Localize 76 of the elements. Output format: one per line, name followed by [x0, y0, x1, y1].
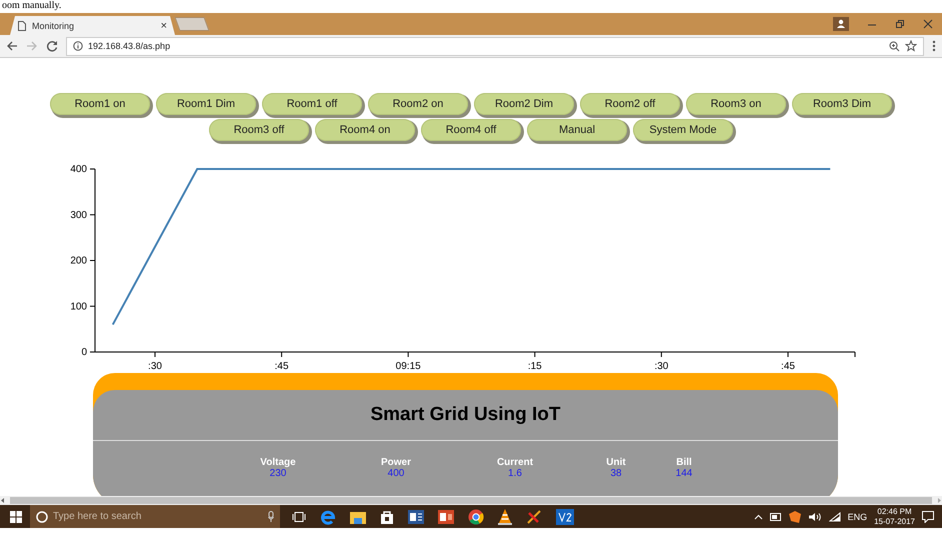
chevron-up-icon[interactable]	[754, 514, 763, 520]
y-tick-label: 100	[70, 301, 87, 312]
cross-mark-icon[interactable]	[526, 510, 542, 524]
metric-value: 230	[270, 468, 286, 479]
restore-icon[interactable]	[895, 19, 905, 29]
x-tick-label: :30	[654, 361, 668, 372]
clock-date: 15-07-2017	[874, 517, 915, 527]
browser-tab[interactable]: Monitoring ×	[10, 16, 175, 35]
speaker-icon[interactable]	[808, 512, 822, 522]
reload-icon[interactable]	[46, 40, 58, 52]
metric-label: Current	[496, 457, 534, 468]
y-tick-label: 200	[70, 256, 87, 266]
zoom-icon[interactable]	[889, 40, 900, 52]
control-button[interactable]: Room1 off	[262, 93, 362, 115]
clock-time: 02:46 PM	[877, 507, 912, 517]
clock[interactable]: 02:46 PM 15-07-2017	[874, 505, 915, 528]
metric-label: Unit	[606, 457, 626, 468]
control-button[interactable]: Room2 Dim	[474, 93, 574, 115]
control-button[interactable]: System Mode	[633, 119, 733, 141]
task-view-icon[interactable]	[292, 510, 306, 522]
folder-icon[interactable]	[350, 510, 366, 524]
profile-icon[interactable]	[833, 17, 849, 31]
windows-logo-icon[interactable]	[10, 510, 22, 522]
back-arrow-icon[interactable]	[6, 40, 18, 52]
control-button[interactable]: Room2 off	[580, 93, 680, 115]
control-button[interactable]: Room1 Dim	[156, 93, 256, 115]
shield-icon[interactable]	[788, 510, 801, 522]
tab-title: Monitoring	[32, 20, 76, 30]
tab-close-button[interactable]: ×	[160, 20, 167, 32]
x-tick-label: :30	[148, 361, 162, 372]
x-tick-label: :45	[781, 361, 795, 372]
scroll-left-icon[interactable]	[0, 497, 6, 504]
control-button[interactable]: Room4 on	[315, 119, 415, 141]
app-logo-icon[interactable]	[556, 508, 574, 524]
x-tick-label: :15	[528, 361, 542, 372]
shopping-bag-icon[interactable]	[380, 510, 394, 524]
star-icon[interactable]	[905, 40, 917, 52]
metric-value: 38	[610, 468, 622, 479]
metric-value: 144	[676, 468, 692, 479]
taskbar-search-field[interactable]: Type here to search	[30, 505, 280, 528]
metric-label: Voltage	[260, 457, 296, 468]
browser-e-icon[interactable]	[320, 508, 336, 524]
y-tick-label: 300	[70, 210, 87, 221]
chrome-browser-icon[interactable]	[468, 508, 484, 524]
control-button[interactable]: Room4 off	[421, 119, 521, 141]
y-tick-label: 0	[81, 347, 87, 358]
metric-value: 1.6	[508, 468, 522, 479]
panel-title: Smart Grid Using IoT	[370, 404, 561, 426]
language-indicator[interactable]: ENG	[848, 512, 868, 522]
metric-value: 400	[388, 468, 404, 479]
wifi-icon[interactable]	[828, 512, 841, 522]
control-button[interactable]: Room3 off	[209, 119, 309, 141]
traffic-cone-icon[interactable]	[498, 508, 512, 524]
control-button[interactable]: Room3 on	[686, 93, 786, 115]
page-icon	[18, 20, 26, 30]
document-text: oom manually.	[2, 0, 62, 12]
control-button[interactable]: Room3 Dim	[792, 93, 892, 115]
x-tick-label: 09:15	[396, 361, 421, 372]
search-placeholder: Type here to search	[53, 511, 142, 522]
close-icon[interactable]	[923, 19, 933, 29]
scrollbar-thumb[interactable]	[10, 497, 932, 504]
notification-icon[interactable]	[922, 510, 934, 522]
x-tick-label: :45	[274, 361, 289, 372]
circle-icon	[36, 510, 48, 522]
control-button[interactable]: Manual	[527, 119, 627, 141]
menu-dots-icon[interactable]	[932, 40, 936, 52]
microphone-icon[interactable]	[268, 511, 274, 522]
word-document-icon[interactable]	[408, 510, 424, 524]
metric-label: Power	[380, 457, 411, 468]
metric-label: Bill	[676, 457, 692, 468]
battery-icon[interactable]	[770, 512, 782, 520]
y-tick-label: 400	[70, 164, 87, 175]
info-icon[interactable]	[73, 41, 83, 51]
control-button[interactable]: Room2 on	[368, 93, 468, 115]
slides-icon[interactable]	[438, 510, 454, 524]
control-button[interactable]: Room1 on	[50, 93, 150, 115]
